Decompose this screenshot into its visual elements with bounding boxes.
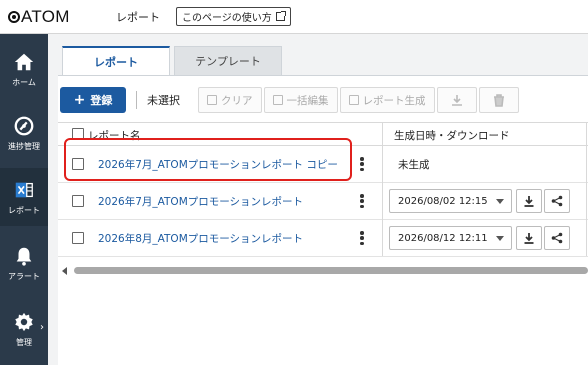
logo-text: ATOM: [21, 6, 70, 26]
more-options-icon[interactable]: [360, 157, 364, 171]
report-name-link[interactable]: 2026年8月_ATOMプロモーションレポート: [98, 231, 303, 246]
sidebar: ホーム 進捗管理 レポート アラート 管理 ›: [0, 34, 48, 365]
generated-date-value: 2026/08/12 12:11: [398, 232, 488, 244]
spreadsheet-icon: [15, 182, 33, 197]
expand-chevron-icon[interactable]: ›: [40, 322, 44, 333]
page-guide-button[interactable]: このページの使い方: [176, 7, 291, 26]
column-divider: [586, 122, 587, 256]
row-checkbox[interactable]: [72, 195, 84, 207]
table-row[interactable]: 2026年7月_ATOMプロモーションレポート 2026/08/02 12:15: [58, 183, 588, 220]
external-link-icon: [275, 11, 286, 21]
sidebar-item-alert[interactable]: アラート: [0, 234, 48, 292]
report-name-link[interactable]: 2026年7月_ATOMプロモーションレポート: [98, 194, 303, 209]
logo-mark-icon: [8, 10, 20, 23]
share-button[interactable]: [544, 226, 570, 250]
clear-label: クリア: [221, 94, 253, 107]
toolbar: + 登録 未選択 クリア 一括編集 レポート生成: [60, 86, 521, 114]
trash-icon: [493, 93, 504, 107]
bulk-edit-label: 一括編集: [286, 94, 329, 107]
atom-logo[interactable]: ATOM: [8, 7, 104, 27]
table-row[interactable]: 2026年8月_ATOMプロモーションレポート 2026/08/12 12:11: [58, 220, 588, 257]
chevron-down-icon: [496, 236, 504, 241]
sidebar-item-home[interactable]: ホーム: [0, 40, 48, 98]
horizontal-scrollbar[interactable]: [62, 266, 588, 276]
tab-report[interactable]: レポート: [62, 46, 170, 75]
share-icon: [551, 232, 563, 244]
highlight-annotation: [64, 138, 352, 181]
download-icon: [524, 233, 534, 244]
more-options-icon[interactable]: [360, 194, 364, 208]
more-options-icon[interactable]: [360, 231, 364, 245]
scroll-left-arrow-icon[interactable]: [62, 267, 67, 275]
gear-icon: [15, 312, 33, 331]
delete-button[interactable]: [478, 87, 519, 113]
selection-status: 未選択: [147, 94, 180, 107]
share-icon: [551, 195, 563, 207]
gauge-icon: [14, 116, 34, 135]
breadcrumb: レポート: [116, 10, 160, 24]
scrollbar-thumb[interactable]: [74, 267, 588, 274]
report-panel: + 登録 未選択 クリア 一括編集 レポート生成 レポート名 生成日時・ダウンロ…: [58, 75, 588, 365]
bell-icon: [16, 247, 32, 266]
sidebar-item-label: レポート: [8, 205, 40, 215]
page-guide-label: このページの使い方: [182, 13, 272, 24]
divider: [136, 91, 137, 109]
download-button[interactable]: [436, 87, 477, 113]
row-checkbox[interactable]: [72, 232, 84, 244]
register-button[interactable]: + 登録: [60, 87, 126, 113]
column-header-generated: 生成日時・ダウンロード: [394, 130, 510, 142]
sidebar-item-label: 管理: [16, 337, 32, 347]
download-icon: [524, 196, 534, 207]
generation-status: 未生成: [398, 159, 430, 171]
share-button[interactable]: [544, 189, 570, 213]
bulk-edit-button[interactable]: 一括編集: [263, 87, 338, 113]
download-file-button[interactable]: [516, 226, 542, 250]
sidebar-item-label: ホーム: [12, 77, 36, 87]
download-icon: [451, 95, 462, 106]
home-icon: [14, 53, 34, 70]
download-file-button[interactable]: [516, 189, 542, 213]
sidebar-item-progress[interactable]: 進捗管理: [0, 104, 48, 162]
column-divider: [382, 122, 383, 256]
generate-report-button[interactable]: レポート生成: [339, 87, 435, 113]
sidebar-item-label: 進捗管理: [8, 141, 40, 151]
top-bar: ATOM レポート このページの使い方: [0, 0, 588, 34]
edit-icon: [272, 95, 283, 105]
tab-template[interactable]: テンプレート: [174, 46, 282, 75]
generated-date-value: 2026/08/02 12:15: [398, 195, 488, 207]
tab-bar: レポート テンプレート: [62, 46, 282, 75]
plus-icon: +: [73, 92, 86, 108]
register-label: 登録: [90, 94, 113, 107]
sidebar-item-report[interactable]: レポート: [0, 168, 48, 226]
copy-icon: [207, 95, 217, 105]
generated-date-select[interactable]: 2026/08/12 12:11: [389, 226, 512, 250]
sidebar-item-label: アラート: [8, 271, 40, 281]
document-icon: [348, 95, 359, 105]
clear-button[interactable]: クリア: [198, 87, 262, 113]
main-content: レポート テンプレート + 登録 未選択 クリア 一括編集 レポート生成 レポー…: [48, 34, 588, 365]
generated-date-select[interactable]: 2026/08/02 12:15: [389, 189, 512, 213]
generate-label: レポート生成: [362, 94, 426, 107]
chevron-down-icon: [496, 199, 504, 204]
sidebar-item-admin[interactable]: 管理 ›: [0, 300, 48, 358]
